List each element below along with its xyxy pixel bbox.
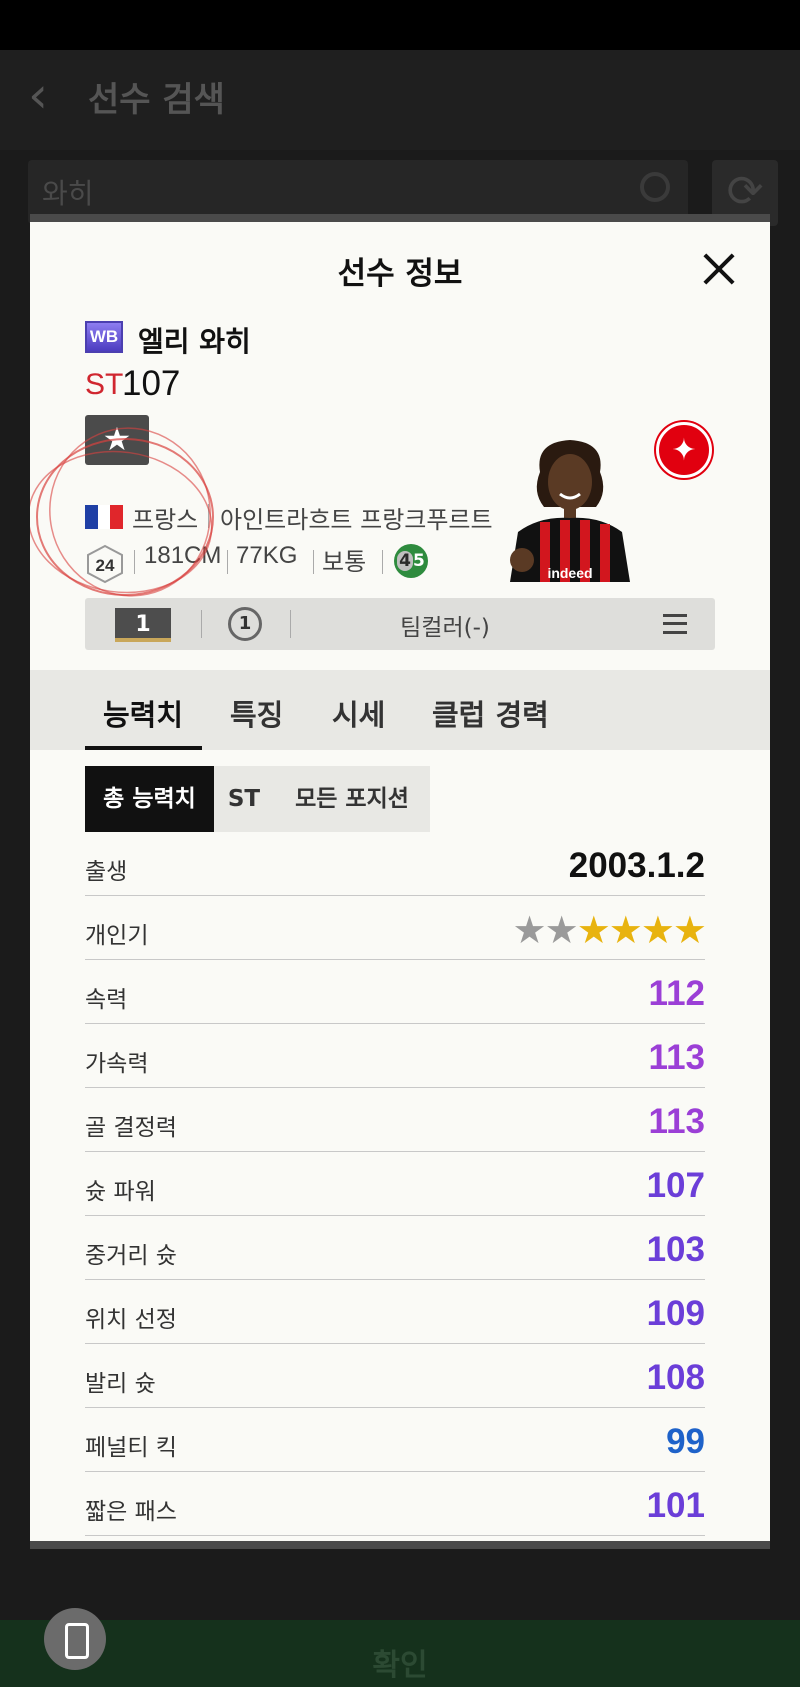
weight-value: 77KG: [236, 542, 298, 569]
divider: [201, 610, 202, 638]
stat-row: 페널티 킥 99: [85, 1408, 705, 1472]
stat-row: 가속력 113: [85, 1024, 705, 1088]
stat-row: 개인기 ★★★★★★: [85, 896, 707, 960]
stat-row: 짧은 패스 101: [85, 1472, 705, 1536]
foot-badge: 45: [394, 544, 428, 578]
stat-value: 108: [646, 1358, 705, 1397]
stat-label: 짧은 패스: [85, 1499, 177, 1525]
weak-foot-value: 4: [397, 551, 413, 571]
body-type-value: 보통: [322, 549, 367, 576]
stat-value: 99: [666, 1422, 705, 1461]
divider: [290, 610, 291, 638]
filled-star-icon: ★: [608, 908, 643, 952]
background-page-title: 선수 검색: [88, 80, 225, 120]
stat-value: 107: [646, 1166, 705, 1205]
stat-row: 속력 112: [85, 960, 705, 1024]
stat-label: 출생: [85, 859, 128, 885]
player-photo: indeed: [510, 440, 630, 582]
stat-value: 2003.1.2: [568, 846, 705, 885]
stat-value: 112: [648, 974, 705, 1013]
search-icon[interactable]: [640, 172, 670, 202]
player-info-modal: 선수 정보 WB 엘리 와히 ST 107 ★ 프랑스 아인트라흐트 프랑크푸르…: [30, 214, 770, 1549]
filled-star-icon: ★: [640, 908, 675, 952]
segment-st[interactable]: ST: [214, 766, 274, 832]
stat-label: 개인기: [85, 923, 149, 949]
divider: [313, 550, 314, 574]
stat-label: 중거리 슛: [85, 1243, 177, 1269]
status-bar: [0, 0, 800, 50]
stat-row: 위치 선정 109: [85, 1280, 705, 1344]
position-label: ST: [85, 368, 124, 401]
club-logo: [656, 422, 712, 478]
stat-row: 중거리 슛 103: [85, 1216, 705, 1280]
stat-label: 슛 파워: [85, 1179, 156, 1205]
stat-label: 발리 슛: [85, 1371, 156, 1397]
empty-star-icon: ★: [512, 908, 547, 952]
season-badge: WB: [85, 321, 123, 353]
stat-row: 출생 2003.1.2: [85, 832, 705, 896]
stat-value: 109: [646, 1294, 705, 1333]
player-info-bar: 1 1 팀컬러(-): [85, 598, 715, 650]
stat-label: 페널티 킥: [85, 1435, 177, 1461]
segment-total-stats[interactable]: 총 능력치: [85, 766, 214, 832]
scribble-annotation: [30, 427, 214, 597]
tab-price[interactable]: 시세: [332, 692, 385, 734]
stat-value: 113: [648, 1038, 705, 1077]
segment-all-positions[interactable]: 모든 포지션: [274, 766, 430, 832]
stat-row: 슛 파워 107: [85, 1152, 705, 1216]
modal-title: 선수 정보: [337, 256, 463, 292]
player-name: 엘리 와히: [138, 325, 251, 358]
stat-label: 속력: [85, 987, 128, 1013]
divider: [382, 550, 383, 574]
search-input-value: 와히: [42, 177, 94, 210]
tab-club-career[interactable]: 클럽 경력: [432, 692, 549, 734]
menu-icon[interactable]: [663, 614, 687, 634]
close-icon[interactable]: [702, 252, 736, 286]
strong-foot-value: 5: [413, 551, 425, 571]
empty-star-icon: ★: [544, 908, 579, 952]
stat-value: 103: [646, 1230, 705, 1269]
salary-coin-icon: 1: [228, 607, 262, 641]
tab-stats[interactable]: 능력치: [103, 692, 183, 734]
stat-label: 가속력: [85, 1051, 149, 1077]
svg-text:indeed: indeed: [547, 565, 592, 581]
back-icon[interactable]: ‹: [28, 70, 48, 120]
stat-value: 113: [648, 1102, 705, 1141]
skill-stars: ★★★★★★: [512, 908, 707, 952]
enhancement-level[interactable]: 1: [115, 608, 171, 642]
tab-active-indicator: [85, 746, 202, 750]
stat-label: 위치 선정: [85, 1307, 177, 1333]
filled-star-icon: ★: [672, 908, 707, 952]
club-label: 아인트라흐트 프랑크푸르트: [220, 506, 493, 534]
stat-label: 골 결정력: [85, 1115, 177, 1141]
overall-value: 107: [122, 364, 181, 403]
stat-value: 101: [646, 1486, 705, 1525]
team-color-label[interactable]: 팀컬러(-): [295, 608, 595, 642]
phone-icon[interactable]: [44, 1608, 106, 1670]
stat-row: 골 결정력 113: [85, 1088, 705, 1152]
filled-star-icon: ★: [576, 908, 611, 952]
confirm-button-label: 확인: [372, 1648, 428, 1683]
stat-row: 발리 슛 108: [85, 1344, 705, 1408]
tab-traits[interactable]: 특징: [230, 692, 283, 734]
